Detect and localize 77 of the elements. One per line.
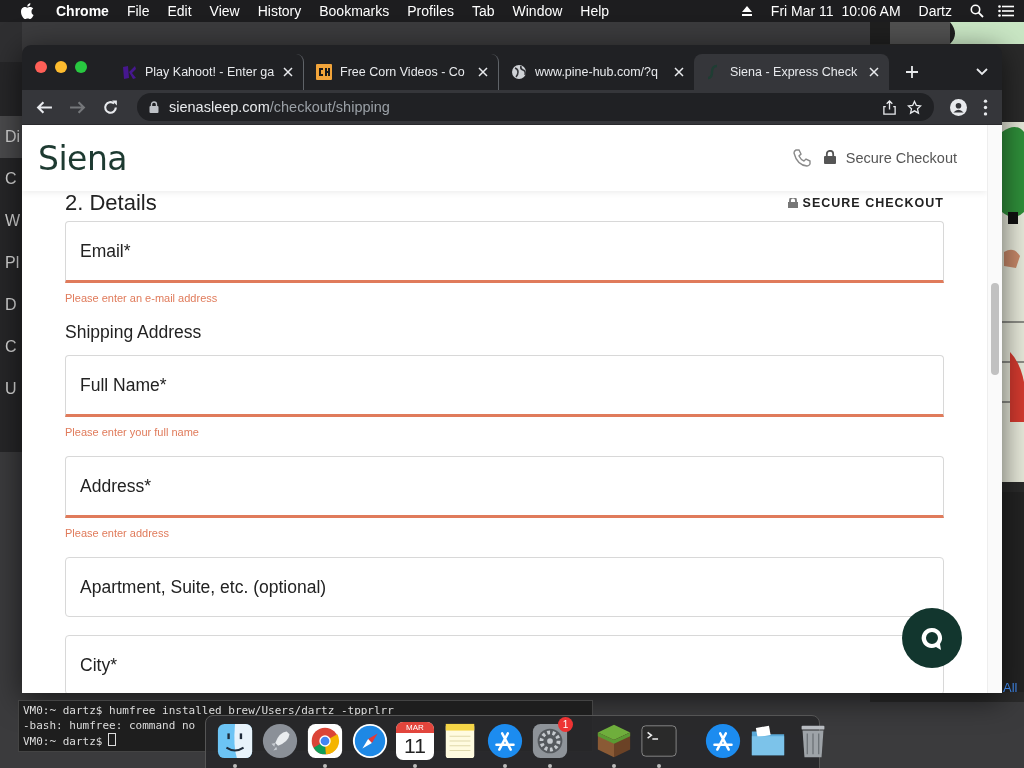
input-field[interactable]: Email*	[65, 221, 944, 283]
grass-block-icon[interactable]	[595, 722, 633, 760]
chevron-down-icon[interactable]	[976, 68, 988, 76]
sidebar-item[interactable]: W	[0, 200, 22, 242]
menu-item[interactable]: Edit	[167, 3, 192, 19]
kahoot-icon	[121, 64, 137, 80]
search-icon[interactable]	[970, 4, 984, 18]
browser-app-icon[interactable]	[306, 722, 344, 760]
close-icon[interactable]	[478, 67, 488, 77]
zoom-window-button[interactable]	[75, 60, 87, 73]
address-bar[interactable]: sienasleep.com/checkout/shipping	[137, 93, 934, 121]
close-icon[interactable]	[283, 67, 293, 77]
menu-item[interactable]: Chrome	[56, 3, 109, 19]
link[interactable]: All	[1003, 680, 1018, 695]
error-message: Please enter your full name	[65, 425, 200, 440]
profile-icon[interactable]	[950, 98, 967, 116]
terminal-line: VM0:~ dartz$ humfree installed brew/Users/dartz -tpprlrr	[23, 703, 394, 718]
new-tab-icon[interactable]	[905, 65, 919, 79]
close-icon[interactable]	[674, 67, 684, 77]
menu-clock[interactable]: Fri Mar 11 10:06 AM	[770, 3, 901, 19]
terminal-line: -bash: humfree: command no	[23, 718, 196, 733]
input-field[interactable]: Full Name*	[65, 355, 944, 417]
lock-icon	[823, 149, 836, 164]
sidebar-item[interactable]: Di	[0, 116, 22, 158]
share-icon[interactable]	[882, 99, 897, 115]
browser-tab[interactable]: Siena - Express Check	[694, 54, 889, 90]
star-icon[interactable]	[907, 99, 922, 115]
compass-icon[interactable]	[351, 722, 389, 760]
menu-item[interactable]: Help	[580, 3, 610, 19]
menu-item[interactable]: History	[257, 3, 302, 19]
menu-item[interactable]: Profiles	[407, 3, 454, 19]
minimize-window-button[interactable]	[55, 60, 67, 73]
menu-item[interactable]: Window	[512, 3, 563, 19]
apple-icon[interactable]	[20, 3, 34, 19]
scrollbar-thumb[interactable]	[991, 283, 999, 375]
sidebar-item[interactable]: U	[0, 368, 22, 410]
rocket-icon[interactable]	[261, 722, 299, 760]
browser-tab[interactable]: www.pine-hub.com/?q	[499, 54, 694, 90]
terminal-line: VM0:~ dartz$	[23, 733, 117, 749]
gear-icon[interactable]	[531, 722, 569, 760]
sidebar-item[interactable]: C	[0, 158, 22, 200]
input-field[interactable]: Address*	[65, 456, 944, 518]
chat-button[interactable]	[902, 608, 962, 668]
terminal-icon[interactable]	[640, 722, 678, 760]
eject-icon[interactable]	[740, 5, 753, 17]
error-message: Please enter address	[65, 526, 170, 541]
globe-icon	[511, 64, 527, 80]
menu-user[interactable]: Dartz	[918, 3, 952, 19]
reload-icon[interactable]	[102, 98, 119, 116]
close-window-button[interactable]	[35, 60, 47, 73]
menu-item[interactable]: View	[209, 3, 240, 19]
ch-icon	[316, 64, 332, 80]
finder-icon[interactable]	[216, 722, 254, 760]
input-field[interactable]: Apartment, Suite, etc. (optional)	[65, 557, 944, 617]
secure-checkout-label: SECURE CHECKOUT	[802, 196, 944, 210]
menu-list-icon[interactable]	[998, 5, 1014, 17]
notification-badge: 1	[558, 717, 573, 732]
app-store-icon[interactable]	[486, 722, 524, 760]
lock-icon[interactable]	[149, 101, 159, 113]
section-title: 2. Details	[65, 190, 157, 216]
menu-item[interactable]: Tab	[471, 3, 495, 19]
sidebar-item[interactable]: Pl	[0, 242, 22, 284]
url-text: sienasleep.com/checkout/shipping	[169, 99, 390, 115]
app-store-icon[interactable]	[704, 722, 742, 760]
section-heading: Shipping Address	[65, 322, 203, 343]
sidebar-item[interactable]: D	[0, 284, 22, 326]
error-message: Please enter an e-mail address	[65, 291, 219, 306]
close-icon[interactable]	[869, 67, 879, 77]
phone-icon[interactable]	[791, 148, 812, 168]
sidebar-item[interactable]: C	[0, 326, 22, 368]
menu-item[interactable]: Bookmarks	[319, 3, 390, 19]
logo[interactable]: Siena	[38, 138, 128, 178]
calendar-icon[interactable]: MAR 11	[396, 722, 434, 760]
lock-icon	[787, 198, 798, 208]
more-menu-icon[interactable]	[983, 98, 988, 116]
secure-checkout-label: Secure Checkout	[845, 150, 957, 166]
menu-item[interactable]: File	[126, 3, 150, 19]
